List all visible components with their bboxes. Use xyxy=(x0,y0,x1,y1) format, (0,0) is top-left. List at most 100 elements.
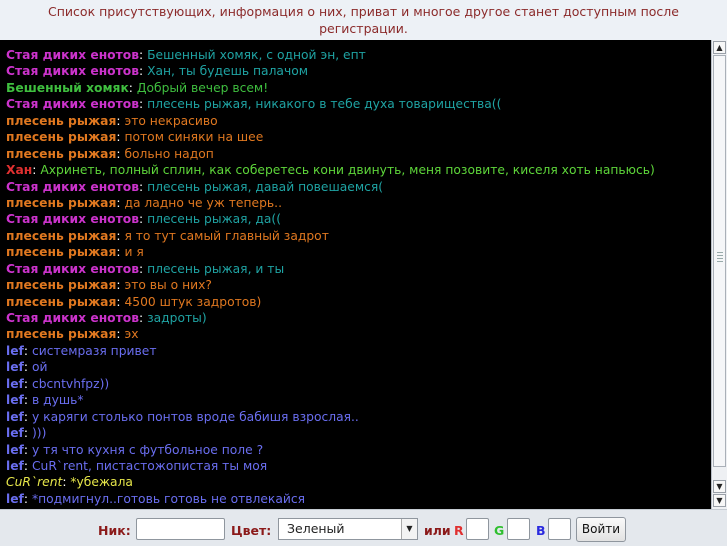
message-text: плесень рыжая, давай повешаемся( xyxy=(147,179,384,194)
chat-message: плесень рыжая: 4500 штук задротов) xyxy=(6,294,711,310)
message-separator: : xyxy=(139,261,148,276)
message-nick[interactable]: lef xyxy=(6,459,24,473)
nick-input[interactable] xyxy=(136,518,225,540)
chat-message: lef: ой xyxy=(6,359,711,375)
login-bar: Ник: Цвет: Зеленый ▼ или R G B Войти xyxy=(0,509,727,546)
chat-message: lef: ))) xyxy=(6,425,711,441)
message-list: Стая диких енотов: Бешенный хомяк, с одн… xyxy=(0,40,711,507)
nick-label: Ник: xyxy=(98,523,131,538)
chat-message: Стая диких енотов: плесень рыжая, да(( xyxy=(6,211,711,227)
message-nick[interactable]: плесень рыжая xyxy=(6,245,116,259)
message-nick[interactable]: Хан xyxy=(6,163,32,177)
message-text: Ахринеть, полный сплин, как соберетесь к… xyxy=(40,163,655,178)
message-nick[interactable]: плесень рыжая xyxy=(6,278,116,292)
message-text: плесень рыжая, никакого в тебе духа това… xyxy=(147,97,502,112)
message-separator: : xyxy=(139,179,148,194)
registration-notice: Список присутствующих, информация о них,… xyxy=(0,0,727,40)
message-separator: : xyxy=(139,48,148,62)
message-text: *подмигнул..готовь готовь не отвлекайся xyxy=(31,491,306,506)
chat-scrollbar[interactable]: ▲ ▼ ▼ xyxy=(711,40,727,509)
scroll-up-arrow-icon[interactable]: ▲ xyxy=(713,41,726,54)
message-nick[interactable]: плесень рыжая xyxy=(6,196,116,210)
scroll-down-arrow-icon[interactable]: ▼ xyxy=(713,480,726,493)
message-text: ой xyxy=(31,360,48,375)
message-text: и я xyxy=(124,245,144,260)
message-nick[interactable]: lef xyxy=(6,426,24,440)
chat-message: Стая диких енотов: плесень рыжая, и ты xyxy=(6,261,711,277)
chat-message: lef: cbcntvhfpz)) xyxy=(6,376,711,392)
message-nick[interactable]: CuR`rent xyxy=(6,475,62,489)
message-text: потом синяки на шее xyxy=(124,130,264,145)
b-input[interactable] xyxy=(548,518,571,540)
color-select[interactable]: Зеленый ▼ xyxy=(278,518,418,540)
g-label: G xyxy=(494,523,505,538)
chat-message: плесень рыжая: я то тут самый главный за… xyxy=(6,228,711,244)
message-nick[interactable]: lef xyxy=(6,344,24,358)
message-separator: : xyxy=(139,212,148,227)
message-nick[interactable]: плесень рыжая xyxy=(6,295,116,309)
notice-text: Список присутствующих, информация о них,… xyxy=(48,4,679,36)
chat-message: Стая диких енотов: плесень рыжая, давай … xyxy=(6,179,711,195)
message-nick[interactable]: плесень рыжая xyxy=(6,327,116,341)
message-text: у тя что кухня с футбольное поле ? xyxy=(31,442,264,457)
chat-log: Стая диких енотов: Бешенный хомяк, с одн… xyxy=(0,40,711,509)
message-separator: : xyxy=(128,80,137,95)
b-label: B xyxy=(536,523,546,538)
message-nick[interactable]: плесень рыжая xyxy=(6,130,116,144)
message-separator: : xyxy=(139,311,148,325)
message-nick[interactable]: Стая диких енотов xyxy=(6,311,139,325)
message-nick[interactable]: lef xyxy=(6,410,24,424)
message-nick[interactable]: Стая диких енотов xyxy=(6,48,139,62)
message-text: эх xyxy=(124,327,139,342)
message-separator: : xyxy=(139,97,148,112)
login-button[interactable]: Войти xyxy=(576,517,626,542)
chat-message: lef: системразя привет xyxy=(6,343,711,359)
message-separator: : xyxy=(23,426,32,441)
message-nick[interactable]: Стая диких енотов xyxy=(6,180,139,194)
chat-message: плесень рыжая: эх xyxy=(6,326,711,342)
chat-message: плесень рыжая: это некрасиво xyxy=(6,113,711,129)
message-text: да ладно че уж теперь.. xyxy=(124,195,282,210)
message-nick[interactable]: lef xyxy=(6,393,24,407)
message-nick[interactable]: Стая диких енотов xyxy=(6,212,139,226)
message-separator: : xyxy=(23,409,32,424)
message-separator: : xyxy=(139,64,148,79)
message-nick[interactable]: Стая диких енотов xyxy=(6,97,139,111)
message-nick[interactable]: плесень рыжая xyxy=(6,114,116,128)
message-separator: : xyxy=(23,376,32,391)
message-nick[interactable]: Стая диких енотов xyxy=(6,262,139,276)
scroll-thumb[interactable] xyxy=(713,55,726,467)
message-nick[interactable]: плесень рыжая xyxy=(6,147,116,161)
message-nick[interactable]: lef xyxy=(6,377,24,391)
chat-message: Стая диких енотов: задроты) xyxy=(6,310,711,326)
scroll-end-arrow-icon[interactable]: ▼ xyxy=(713,494,726,507)
chat-message: lef: у тя что кухня с футбольное поле ? xyxy=(6,442,711,458)
grip-icon xyxy=(717,252,723,262)
message-text: cbcntvhfpz)) xyxy=(31,376,110,391)
chat-message: Стая диких енотов: Бешенный хомяк, с одн… xyxy=(6,47,711,63)
r-label: R xyxy=(454,523,464,538)
chat-message: плесень рыжая: и я xyxy=(6,244,711,260)
message-text: я то тут самый главный задрот xyxy=(124,228,329,243)
chat-message: плесень рыжая: это вы о них? xyxy=(6,277,711,293)
message-text: плесень рыжая, и ты xyxy=(147,261,285,276)
message-nick[interactable]: плесень рыжая xyxy=(6,229,116,243)
message-text: ))) xyxy=(31,426,47,441)
message-text: это вы о них? xyxy=(124,278,212,293)
chevron-down-icon[interactable]: ▼ xyxy=(401,519,417,539)
chat-message: плесень рыжая: да ладно че уж теперь.. xyxy=(6,195,711,211)
message-nick[interactable]: lef xyxy=(6,360,24,374)
chat-message: Стая диких енотов: Хан, ты будешь палачо… xyxy=(6,63,711,79)
message-text: плесень рыжая, да(( xyxy=(147,212,282,227)
message-separator: : xyxy=(23,442,32,457)
message-nick[interactable]: Бешенный хомяк xyxy=(6,81,129,95)
message-nick[interactable]: Стая диких енотов xyxy=(6,64,139,78)
message-separator: : xyxy=(23,491,32,506)
message-text: больно надоп xyxy=(124,146,214,161)
message-text: это некрасиво xyxy=(124,113,218,128)
chat-message: Бешенный хомяк: Добрый вечер всем! xyxy=(6,80,711,96)
message-nick[interactable]: lef xyxy=(6,443,24,457)
g-input[interactable] xyxy=(507,518,530,540)
r-input[interactable] xyxy=(466,518,489,540)
message-nick[interactable]: lef xyxy=(6,492,24,506)
